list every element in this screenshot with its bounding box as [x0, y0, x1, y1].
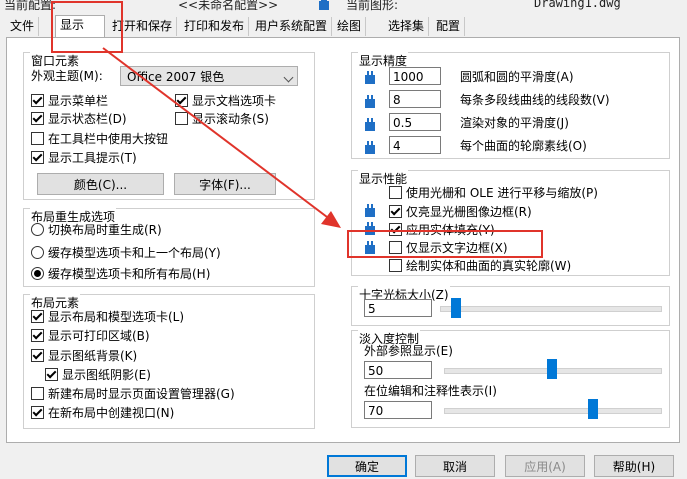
annotation-arrow-icon [102, 47, 341, 228]
